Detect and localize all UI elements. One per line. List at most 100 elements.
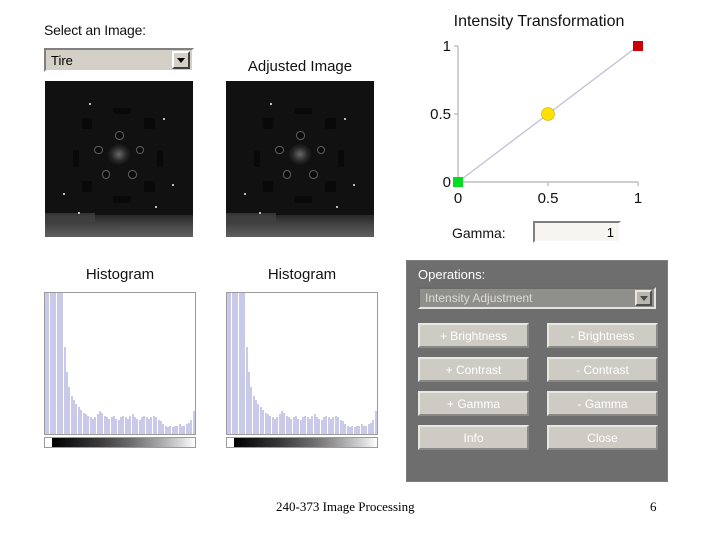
chart-canvas: 0 0.5 1 0 0.5 1 xyxy=(430,38,643,207)
gamma-value: 1 xyxy=(606,224,614,240)
operation-button-brightness[interactable]: - Brightness xyxy=(547,323,658,348)
lug-nut xyxy=(116,132,123,140)
highlight-speck xyxy=(89,102,92,105)
operations-selected-value: Intensity Adjustment xyxy=(425,291,533,305)
highlight-speck xyxy=(62,193,65,196)
y-tick-label: 1 xyxy=(443,38,451,55)
histogram-left-colorbar xyxy=(44,437,196,448)
wheel-slot xyxy=(338,149,345,167)
wheel-slot xyxy=(113,196,131,203)
colorbar-gap xyxy=(45,438,52,447)
operation-button-label: Close xyxy=(587,430,618,445)
select-image-dropdown[interactable]: Tire xyxy=(44,48,194,72)
footer-page-number: 6 xyxy=(650,499,657,514)
histogram-right-title: Histogram xyxy=(267,266,337,283)
y-tick-label: 0 xyxy=(443,174,451,191)
wheel-slot xyxy=(82,118,93,130)
wheel-slot xyxy=(82,180,93,192)
mid-point-marker[interactable] xyxy=(541,107,555,121)
histogram-left-title: Histogram xyxy=(85,266,155,283)
operation-button-label: + Gamma xyxy=(446,396,500,411)
gamma-label: Gamma: xyxy=(452,225,506,241)
operation-button-label: - Contrast xyxy=(576,362,629,377)
wheel-slot xyxy=(294,107,312,114)
original-image xyxy=(45,81,193,237)
x-tick-label: 0.5 xyxy=(538,190,559,207)
intensity-transformation-chart[interactable]: 0 0.5 1 0 0.5 1 xyxy=(424,34,654,209)
operation-button-info[interactable]: Info xyxy=(418,425,529,450)
lug-nut xyxy=(317,146,325,154)
end-point-marker[interactable] xyxy=(633,41,643,51)
wheel-slot xyxy=(157,149,164,167)
highlight-speck xyxy=(353,183,356,186)
highlight-speck xyxy=(335,205,338,208)
ground-area xyxy=(45,213,193,237)
tire-photo-adjusted xyxy=(226,81,374,237)
operation-button-gamma[interactable]: - Gamma xyxy=(547,391,658,416)
lug-nut xyxy=(102,171,110,179)
histogram-left-bars xyxy=(45,293,195,434)
operations-panel: Operations: Intensity Adjustment + Brigh… xyxy=(406,260,668,482)
lug-nut xyxy=(129,171,137,179)
wheel-slot xyxy=(113,107,131,114)
operation-button-brightness[interactable]: + Brightness xyxy=(418,323,529,348)
colorbar-gradient xyxy=(52,438,195,447)
highlight-speck xyxy=(77,212,80,215)
wheel-slot xyxy=(263,118,274,130)
select-image-label: Select an Image: xyxy=(44,22,146,38)
highlight-speck xyxy=(270,102,273,105)
operation-button-label: - Gamma xyxy=(577,396,628,411)
lug-nut xyxy=(283,171,291,179)
lug-nut xyxy=(95,146,102,154)
operation-button-label: Info xyxy=(463,430,484,445)
highlight-speck xyxy=(163,118,166,121)
gamma-input[interactable]: 1 xyxy=(533,221,621,243)
wheel-slot xyxy=(144,180,155,192)
x-tick-label: 1 xyxy=(634,190,642,207)
adjusted-image-label: Adjusted Image xyxy=(247,58,353,75)
wheel-slot xyxy=(263,180,274,192)
colorbar-gap xyxy=(227,438,234,447)
select-image-value: Tire xyxy=(51,52,73,68)
operation-button-close[interactable]: Close xyxy=(547,425,658,450)
operation-button-label: + Brightness xyxy=(439,328,508,343)
chevron-down-glyph xyxy=(639,295,648,301)
highlight-speck xyxy=(258,212,261,215)
histogram-right-bars xyxy=(227,293,377,434)
wheel-slot xyxy=(325,118,336,130)
lug-nut xyxy=(276,146,283,154)
ground-area xyxy=(226,213,374,237)
x-tick-label: 0 xyxy=(454,190,462,207)
chevron-down-icon[interactable] xyxy=(635,290,652,306)
operation-button-contrast[interactable]: + Contrast xyxy=(418,357,529,382)
wheel-slot xyxy=(73,149,80,167)
histogram-bar xyxy=(374,411,377,434)
operations-button-grid: + Brightness - Brightness + Contrast - Cont… xyxy=(418,323,658,450)
operations-label: Operations: xyxy=(418,267,486,282)
footer-course-text: 240-373 Image Processing xyxy=(276,499,415,514)
start-point-marker[interactable] xyxy=(453,177,463,187)
chevron-down-glyph xyxy=(177,57,185,63)
highlight-speck xyxy=(154,205,157,208)
histogram-right-colorbar xyxy=(226,437,378,448)
histogram-right-plot xyxy=(226,292,378,435)
operation-button-gamma[interactable]: + Gamma xyxy=(418,391,529,416)
wheel-slot xyxy=(325,180,336,192)
wheel-slot xyxy=(144,118,155,130)
histogram-bar xyxy=(192,411,195,434)
lug-nut xyxy=(297,132,304,140)
operations-dropdown[interactable]: Intensity Adjustment xyxy=(418,287,656,309)
chart-title: Intensity Transformation xyxy=(453,13,625,30)
operation-button-label: + Contrast xyxy=(445,362,502,377)
operation-button-contrast[interactable]: - Contrast xyxy=(547,357,658,382)
operation-button-label: - Brightness xyxy=(570,328,635,343)
highlight-speck xyxy=(243,193,246,196)
highlight-speck xyxy=(344,118,347,121)
wheel-slot xyxy=(294,196,312,203)
y-tick-label: 0.5 xyxy=(430,106,451,123)
histogram-left-plot xyxy=(44,292,196,435)
chevron-down-icon[interactable] xyxy=(172,51,190,69)
adjusted-image xyxy=(226,81,374,237)
highlight-speck xyxy=(172,183,175,186)
lug-nut xyxy=(136,146,144,154)
